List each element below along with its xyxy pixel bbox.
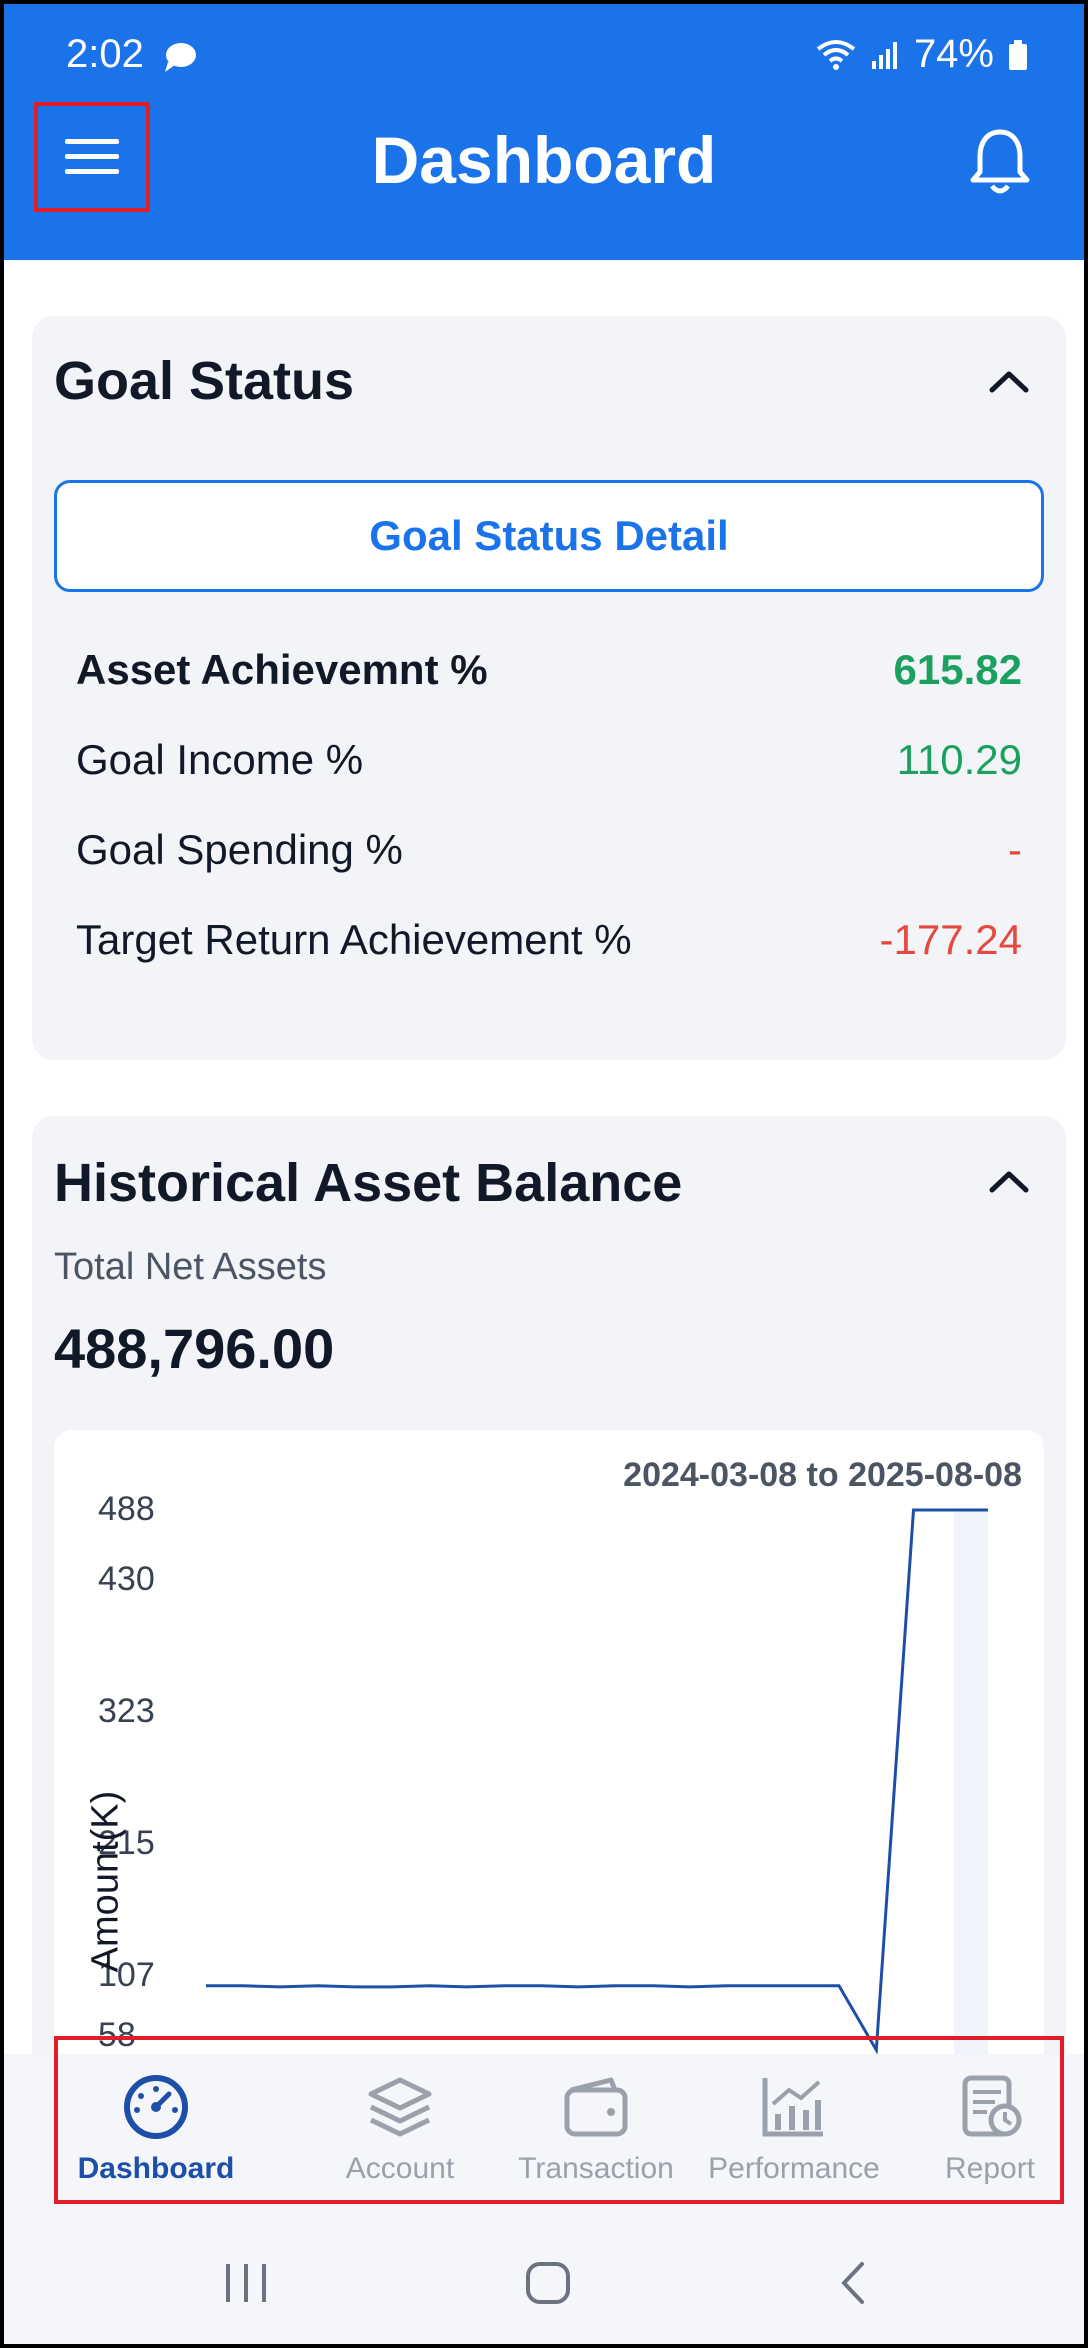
chevron-up-icon[interactable] [988,368,1030,394]
chevron-up-icon[interactable] [988,1168,1030,1194]
battery-percent: 74% [913,32,994,76]
metric-row: Goal Income % 110.29 [76,736,1022,796]
bell-icon[interactable] [968,126,1032,196]
system-navigation-bar [4,2214,1084,2344]
historical-asset-card: Historical Asset Balance Total Net Asset… [32,1116,1066,2330]
historical-title: Historical Asset Balance [54,1153,683,1213]
chat-notification-icon [165,43,196,72]
goal-status-detail-button[interactable]: Goal Status Detail [54,480,1044,592]
signal-icon [871,41,897,69]
bottom-nav-highlight [54,2036,1064,2204]
status-time: 2:02 [66,32,144,76]
y-tick-label: 430 [98,1560,155,1598]
goal-status-title: Goal Status [54,351,355,411]
y-tick-label: 323 [98,1692,155,1730]
metric-label: Target Return Achievement % [76,916,632,963]
page-title: Dashboard [371,123,717,197]
metric-label: Asset Achievemnt % [76,646,488,693]
metric-value: 615.82 [893,646,1022,693]
back-icon[interactable] [834,2260,874,2306]
metric-value: -177.24 [879,916,1022,963]
metric-row: Target Return Achievement % -177.24 [76,916,1022,976]
metric-label: Goal Income % [76,736,364,783]
screen: 2:02 74% Dashboard Goal Status Goal Stat… [0,0,1088,2348]
y-tick-label: 488 [98,1490,155,1528]
status-icons: 74% [816,32,1028,77]
app-header: 2:02 74% Dashboard [4,4,1084,260]
metric-label: Goal Spending % [76,826,403,873]
recent-apps-icon[interactable] [222,2260,270,2306]
series-line [206,1508,988,2055]
wifi-icon [816,39,856,70]
y-axis-label: Amount(K) [84,1790,127,1973]
total-net-assets-label: Total Net Assets [54,1246,327,1288]
status-bar: 2:02 74% [4,4,1084,104]
home-icon[interactable] [524,2260,572,2306]
metric-row: Goal Spending % - [76,826,1022,886]
total-net-assets-value: 488,796.00 [54,1317,335,1380]
metric-value: 110.29 [896,736,1022,783]
battery-icon [1009,39,1027,70]
metric-row: Asset Achievemnt % 615.82 [76,646,1022,706]
metric-value: - [1008,826,1022,873]
goal-status-card: Goal Status Goal Status Detail Asset Ach… [32,316,1066,1060]
date-range-label: 2024-03-08 to 2025-08-08 [623,1456,1022,1494]
